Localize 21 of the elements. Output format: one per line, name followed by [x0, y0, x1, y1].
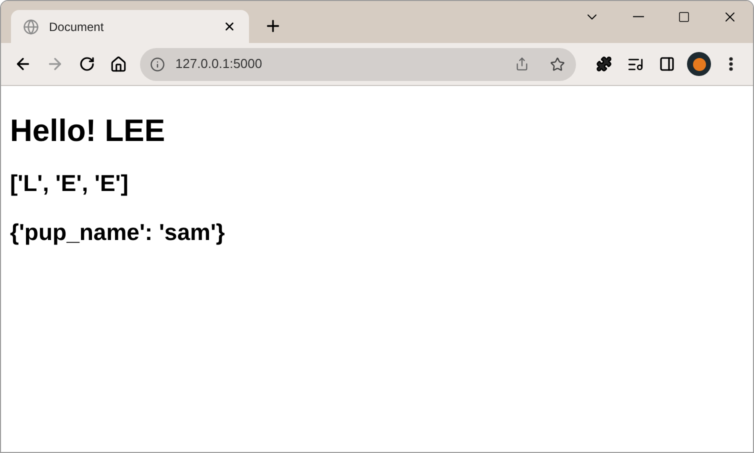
tab-title: Document: [49, 18, 105, 36]
page-heading: Hello! LEE: [10, 113, 166, 149]
side-panel-icon: [659, 56, 676, 72]
page-subheading: ['L', 'E', 'E']: [10, 169, 130, 198]
profile-avatar[interactable]: [687, 52, 712, 76]
plus-icon: [264, 17, 282, 35]
address-field[interactable]: 127.0.0.1:5000: [140, 48, 576, 80]
more-icon: [729, 57, 734, 71]
home-icon: [110, 56, 127, 72]
globe-icon: [23, 18, 39, 34]
star-icon: [550, 56, 566, 72]
minimize-icon: [632, 16, 644, 18]
reload-icon: [78, 56, 95, 72]
share-icon: [514, 57, 529, 71]
browser-tab[interactable]: Document: [11, 10, 249, 43]
url-text: 127.0.0.1:5000: [175, 55, 264, 74]
maximize-icon: [678, 11, 690, 23]
page-subheading: {'pup_name': 'sam'}: [10, 218, 226, 247]
info-icon: [150, 56, 166, 72]
close-icon: [222, 20, 236, 33]
puzzle-icon: [596, 56, 612, 72]
